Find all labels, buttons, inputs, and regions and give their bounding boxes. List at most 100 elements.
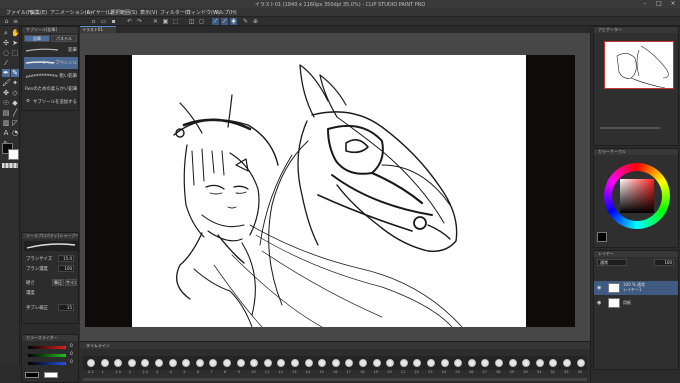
canvas-tab[interactable]: イラスト01	[80, 26, 116, 33]
frame-cell[interactable]	[563, 359, 571, 367]
home-icon[interactable]: ⌂	[3, 18, 10, 25]
frame-cell[interactable]	[481, 359, 490, 367]
layer-row[interactable]: ◉ 100 % 通常 レイヤー1	[594, 281, 678, 295]
frame-cell[interactable]	[209, 359, 218, 367]
frame-cell[interactable]	[155, 359, 163, 367]
navigator-thumbnail[interactable]	[604, 41, 674, 89]
frame-cell[interactable]	[277, 359, 286, 367]
add-subtool-button[interactable]: ⚙ サブツールを追加する	[24, 98, 78, 106]
red-slider[interactable]	[28, 346, 66, 349]
subtool-item[interactable]: 粗い鉛筆	[24, 70, 78, 82]
frame-cell[interactable]	[291, 359, 299, 367]
frame-cell[interactable]	[114, 359, 123, 367]
frame-cell[interactable]	[372, 359, 381, 367]
subtool-item[interactable]: Renのための柔らかい鉛筆	[24, 83, 78, 95]
operation-tool-icon[interactable]: ➤	[11, 39, 19, 47]
frame-cell[interactable]	[345, 359, 354, 367]
minimize-button[interactable]: –	[638, 0, 652, 8]
frame-cell[interactable]	[318, 359, 327, 367]
blend-tool-icon[interactable]: ☉	[2, 99, 10, 107]
stabilization-value[interactable]: 15	[58, 304, 74, 311]
gradient-tool-icon[interactable]: ▤	[2, 109, 10, 117]
frame-cell[interactable]	[195, 359, 204, 367]
select-all-icon[interactable]: ◫	[188, 18, 195, 25]
ruler-tool-icon[interactable]: ◸	[11, 119, 19, 127]
transparent-color-swatch[interactable]	[2, 163, 18, 168]
pen-tool-icon[interactable]: ✒	[2, 69, 10, 77]
opacity-value[interactable]: 100	[654, 259, 674, 266]
subtool-item-selected[interactable]: シャープペンシル	[24, 57, 78, 69]
brush-density-value[interactable]: 100	[58, 265, 74, 272]
decoration-tool-icon[interactable]: ✤	[2, 89, 10, 97]
settings-icon[interactable]: ✎	[242, 18, 249, 25]
frame-cell[interactable]	[263, 359, 272, 367]
menu-icon[interactable]: ≡	[12, 18, 19, 25]
move-tool-icon[interactable]: ✣	[2, 39, 10, 47]
frame-cell[interactable]	[223, 359, 231, 367]
frame-cell[interactable]	[87, 359, 95, 367]
blue-slider[interactable]	[28, 362, 66, 365]
pressure-size-toggle[interactable]: 筆圧	[52, 279, 64, 286]
tab-pencil[interactable]: 鉛筆	[24, 35, 50, 42]
selection-tool-icon[interactable]: ⬚	[11, 49, 19, 57]
open-icon[interactable]: ▭	[100, 18, 107, 25]
canvas-area[interactable]	[80, 33, 590, 341]
save-icon[interactable]: ▪	[110, 18, 117, 25]
frame-cell[interactable]	[182, 359, 191, 367]
text-tool-icon[interactable]: A	[2, 129, 10, 137]
menu-file[interactable]: ファイル(F)	[6, 9, 33, 16]
zoom-icon[interactable]: ⊕	[252, 18, 259, 25]
deselect-icon[interactable]: ◻	[198, 18, 205, 25]
frame-cell[interactable]	[236, 359, 245, 367]
snap-special-ruler-icon[interactable]: ⟋	[221, 18, 228, 25]
frame-cell[interactable]	[141, 359, 150, 367]
pencil-tool-icon[interactable]: ✎	[11, 69, 19, 77]
figure-tool-icon[interactable]: ╱	[11, 109, 19, 117]
fill-icon[interactable]: ▣	[162, 18, 169, 25]
frame-cell[interactable]	[508, 359, 517, 367]
transform-icon[interactable]: ⬚	[172, 18, 179, 25]
menu-help[interactable]: ヘルプ(H)	[214, 9, 237, 16]
frame-cell[interactable]	[331, 359, 340, 367]
frame-cell[interactable]	[386, 359, 395, 367]
frame-cell[interactable]	[427, 359, 435, 367]
frame-cell[interactable]	[454, 359, 463, 367]
tab-pastel[interactable]: パステル	[51, 35, 77, 42]
frame-cell[interactable]	[250, 359, 259, 367]
wheel-main-color[interactable]	[597, 232, 607, 242]
undo-icon[interactable]: ↶	[126, 18, 133, 25]
frame-cell[interactable]	[100, 359, 109, 367]
hand-tool-icon[interactable]: ✋	[11, 29, 20, 37]
timeline-scrollbar[interactable]	[83, 378, 587, 381]
saturation-value-square[interactable]	[620, 179, 654, 213]
new-file-icon[interactable]: ▫	[90, 18, 97, 25]
layer-row[interactable]: ◉ 用紙	[594, 296, 678, 310]
redo-icon[interactable]: ↷	[136, 18, 143, 25]
menu-select[interactable]: 選択範囲(S)	[110, 9, 137, 16]
close-button[interactable]: ×	[666, 0, 680, 8]
frame-cell[interactable]	[495, 359, 503, 367]
clear-icon[interactable]: ✕	[152, 18, 159, 25]
menu-layer[interactable]: レイヤー(L)	[86, 9, 113, 16]
balloon-tool-icon[interactable]: ◔	[11, 129, 19, 137]
eraser-tool-icon[interactable]: ◇	[11, 89, 19, 97]
visibility-icon[interactable]: ◉	[597, 285, 601, 291]
frame-cell[interactable]	[467, 359, 476, 367]
blend-mode-select[interactable]: 通常	[597, 259, 627, 266]
subtool-item[interactable]: 鉛筆	[24, 44, 78, 56]
zoom-slider[interactable]	[600, 127, 660, 129]
frame-cell[interactable]	[576, 359, 585, 367]
sub-color-swatch[interactable]	[8, 149, 19, 160]
airbrush-tool-icon[interactable]: ✦	[11, 79, 19, 87]
menu-view[interactable]: 表示(V)	[140, 9, 157, 16]
maximize-button[interactable]: □	[652, 0, 666, 8]
frame-tool-icon[interactable]: ▥	[2, 119, 10, 127]
frame-cell[interactable]	[304, 359, 313, 367]
brush-size-value[interactable]: 15.0	[58, 255, 74, 262]
frame-cell[interactable]	[168, 359, 177, 367]
frame-cell[interactable]	[535, 359, 544, 367]
frame-strip[interactable]	[83, 356, 587, 370]
frame-cell[interactable]	[359, 359, 367, 367]
snap-grid-icon[interactable]: ⋕	[230, 18, 237, 25]
frame-cell[interactable]	[127, 359, 136, 367]
